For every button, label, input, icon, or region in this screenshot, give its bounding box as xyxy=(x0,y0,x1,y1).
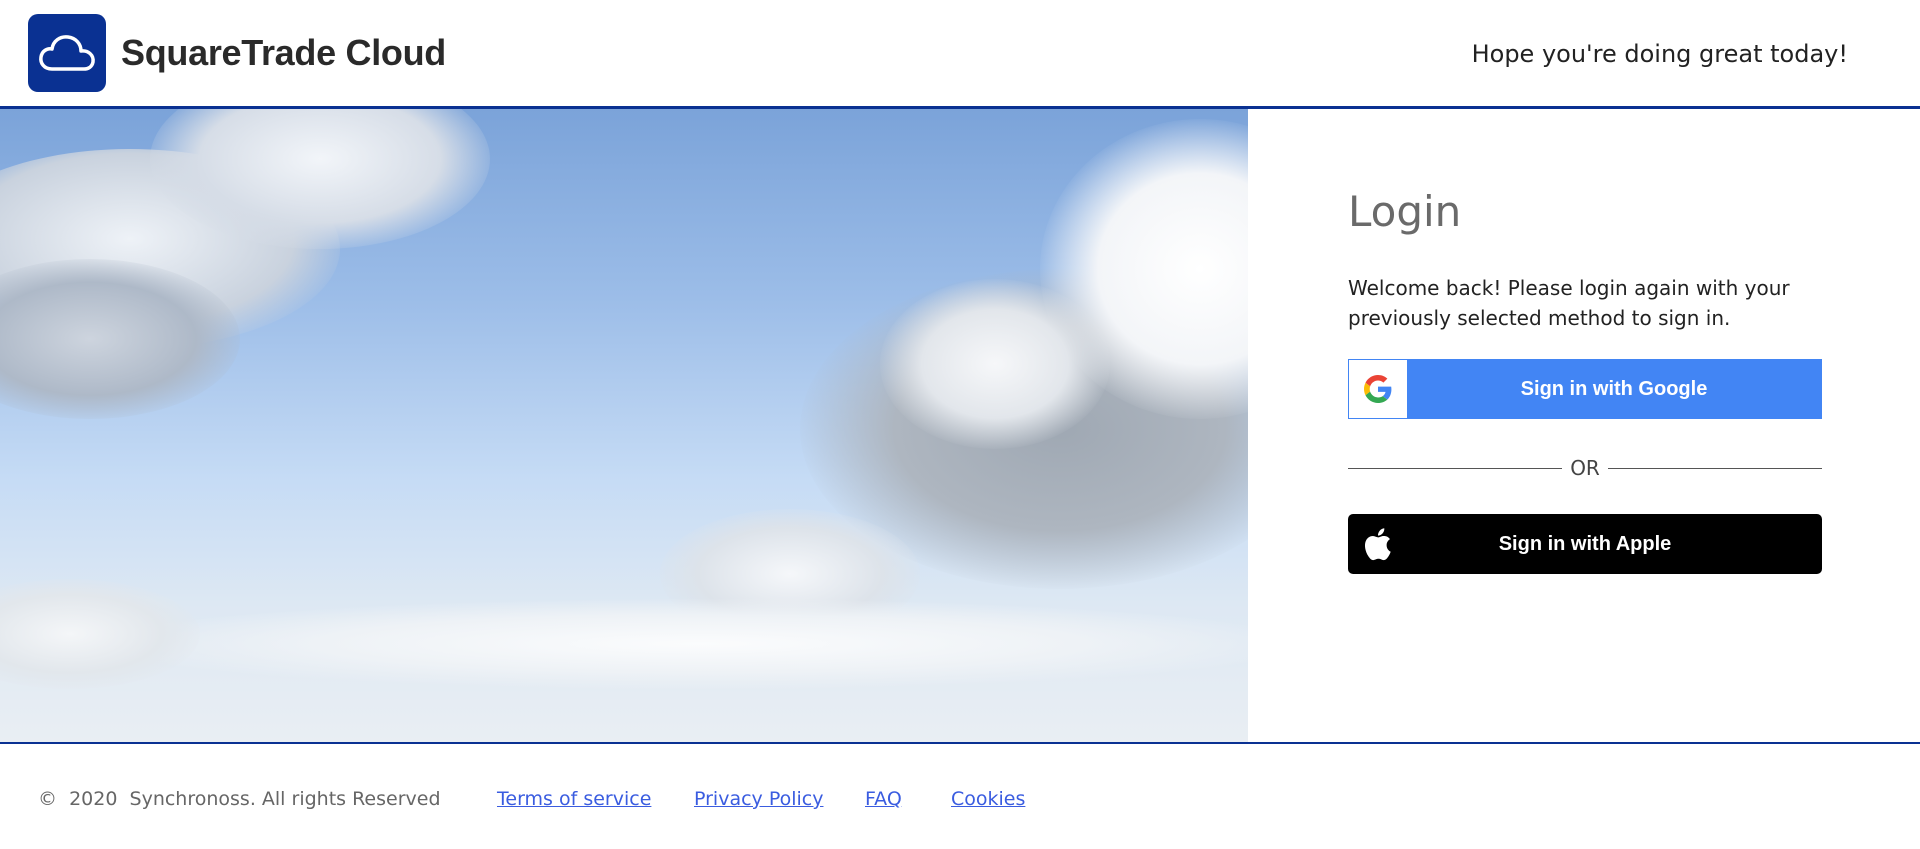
divider-line-right xyxy=(1607,467,1823,469)
footer-bar: © 2020 Synchronoss. All rights Reserved … xyxy=(0,742,1920,849)
brand-name: SquareTrade Cloud xyxy=(121,32,446,73)
or-divider: OR xyxy=(1348,453,1823,483)
login-panel: Login Welcome back! Please login again w… xyxy=(1248,109,1920,742)
greeting-text: Hope you're doing great today! xyxy=(1471,40,1848,68)
copyright-text: © 2020 Synchronoss. All rights Reserved xyxy=(38,788,441,810)
cookies-link[interactable]: Cookies xyxy=(951,788,1025,810)
header-bar: SquareTrade Cloud Hope you're doing grea… xyxy=(0,0,1920,109)
logo[interactable] xyxy=(28,14,106,92)
sky-hero-image xyxy=(0,109,1248,742)
sign-in-apple-button[interactable]: Sign in with Apple xyxy=(1348,514,1822,574)
divider-text: OR xyxy=(1570,456,1600,480)
login-description: Welcome back! Please login again with yo… xyxy=(1348,276,1790,330)
google-g-icon xyxy=(1364,375,1392,403)
terms-of-service-link[interactable]: Terms of service xyxy=(497,788,651,810)
privacy-policy-link[interactable]: Privacy Policy xyxy=(694,788,823,810)
apple-button-label: Sign in with Apple xyxy=(1498,532,1672,555)
faq-link[interactable]: FAQ xyxy=(865,788,902,810)
divider-line-left xyxy=(1348,467,1563,469)
cloud-icon xyxy=(39,35,95,71)
apple-icon xyxy=(1364,528,1391,561)
google-button-label: Sign in with Google xyxy=(1520,377,1708,400)
sign-in-google-button[interactable]: Sign in with Google xyxy=(1348,359,1822,419)
login-title: Login xyxy=(1348,187,1462,236)
google-icon-box xyxy=(1349,360,1407,418)
